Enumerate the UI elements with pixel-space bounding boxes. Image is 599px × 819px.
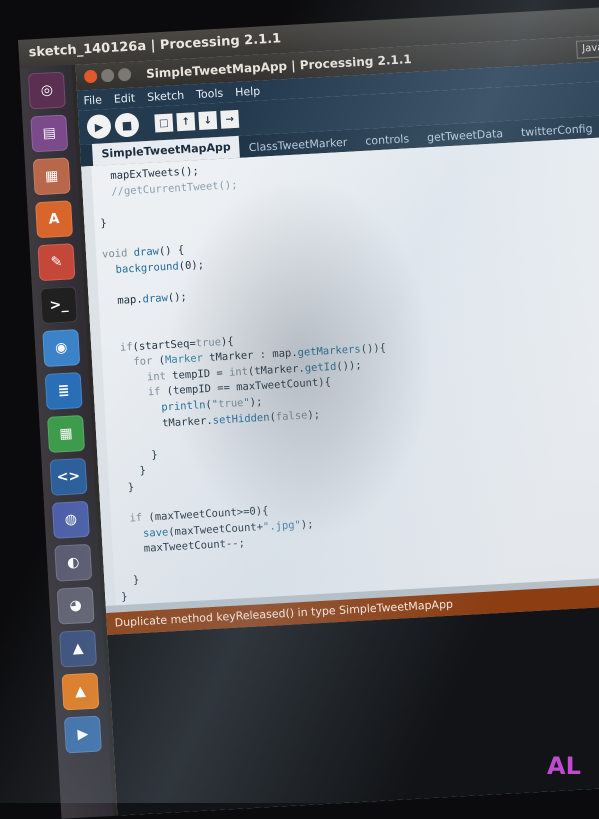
blender-icon[interactable]: ◐	[54, 543, 93, 582]
open-arrow-up-icon: ↑	[181, 116, 191, 128]
archive-icon[interactable]: ▦	[32, 157, 71, 196]
terminal-icon[interactable]: >_	[39, 286, 78, 325]
export-arrow-icon: →	[225, 113, 235, 126]
minimize-icon[interactable]	[100, 68, 115, 83]
software-center-icon[interactable]: A	[35, 200, 74, 239]
code-editor[interactable]: mapExTweets(); //getCurrentTweet(); } vo…	[81, 136, 599, 650]
code-line: }	[120, 574, 140, 588]
processing-window: SimpleTweetMapApp | Processing 2.1.1 Jav…	[75, 34, 599, 816]
code-line: }	[114, 481, 135, 495]
close-icon[interactable]	[83, 69, 98, 84]
ubuntu-dash-icon[interactable]: ◎	[27, 71, 66, 110]
window-controls	[83, 67, 132, 84]
stop-button[interactable]: ■	[114, 112, 140, 138]
menu-file[interactable]: File	[83, 93, 102, 107]
run-button[interactable]: ▶	[86, 113, 112, 140]
play-icon: ▶	[94, 119, 104, 134]
mode-selector[interactable]: Java	[575, 39, 599, 59]
stop-icon: ■	[121, 118, 133, 132]
console-area	[107, 604, 599, 816]
open-button[interactable]: ↑	[176, 112, 196, 132]
menu-edit[interactable]: Edit	[113, 91, 135, 105]
code-line: background(0);	[115, 258, 205, 276]
code-line: }	[113, 448, 158, 464]
code-editor-icon[interactable]: <>	[49, 457, 88, 496]
settings-wrench-icon[interactable]: ✎	[37, 243, 76, 282]
chromium-icon[interactable]: ◉	[42, 329, 81, 368]
menu-sketch[interactable]: Sketch	[147, 88, 185, 103]
code-line: }	[120, 590, 128, 604]
menu-help[interactable]: Help	[235, 84, 261, 98]
new-button[interactable]: □	[154, 113, 174, 133]
monitor-screen: sketch_140126a | Processing 2.1.1 ◎ ▤ ▦ …	[18, 6, 599, 819]
globe-icon[interactable]: ◍	[51, 500, 90, 539]
files-icon[interactable]: ▤	[30, 114, 69, 153]
calc-icon[interactable]: ▦	[47, 414, 86, 453]
code-line: mapExTweets();	[97, 165, 200, 183]
code-text[interactable]: mapExTweets(); //getCurrentTweet(); } vo…	[97, 154, 402, 652]
save-arrow-down-icon: ↓	[203, 114, 213, 127]
new-file-icon: □	[158, 117, 169, 129]
vlc-icon[interactable]: ▲	[61, 672, 100, 711]
save-button[interactable]: ↓	[198, 111, 218, 131]
code-line: }	[113, 464, 147, 479]
code-line: }	[100, 217, 108, 230]
menu-tools[interactable]: Tools	[196, 86, 224, 100]
export-button[interactable]: →	[220, 109, 240, 129]
maximize-icon[interactable]	[117, 67, 132, 82]
code-line: void draw() {	[101, 244, 185, 261]
gimp-icon[interactable]: ◕	[56, 586, 95, 625]
writer-icon[interactable]: ≣	[44, 372, 83, 410]
corner-brand-logo: AL	[547, 752, 581, 780]
inkscape-icon[interactable]: ▲	[59, 629, 98, 668]
code-line: map.draw();	[104, 290, 188, 308]
code-line: maxTweetCount--;	[118, 537, 246, 557]
media-player-icon[interactable]: ▶	[63, 715, 102, 754]
